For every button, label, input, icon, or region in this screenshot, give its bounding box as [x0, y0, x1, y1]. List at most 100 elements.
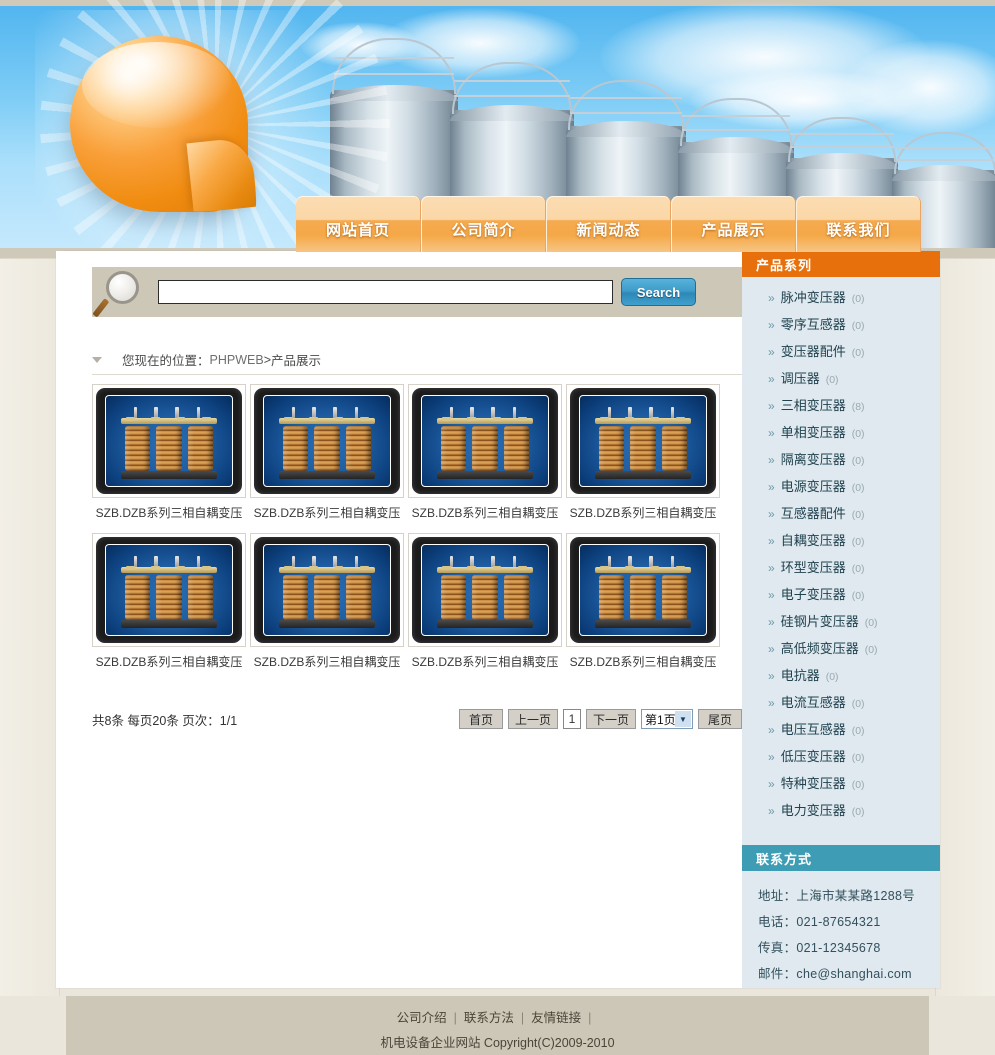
product-thumbnail[interactable] [566, 384, 720, 498]
sidebar-item-label: 电力变压器 [780, 803, 846, 818]
footer-link-contact[interactable]: 联系方法 [464, 1011, 514, 1025]
sidebar-item-toroidal-transformer[interactable]: » 环型变压器 (0) [742, 557, 940, 584]
product-caption[interactable]: SZB.DZB系列三相自耦变压 [566, 653, 720, 670]
sidebar-item-label: 零序互感器 [780, 317, 846, 332]
product-cell: SZB.DZB系列三相自耦变压 [92, 384, 250, 521]
sidebar-item-power-transformer[interactable]: » 电力变压器 (0) [742, 800, 940, 827]
main-navigation: 网站首页 公司简介 新闻动态 产品展示 联系我们 [296, 196, 921, 252]
sidebar-item-low-voltage-transformer[interactable]: » 低压变压器 (0) [742, 746, 940, 773]
contact-fax: 传真：021-12345678 [758, 941, 881, 955]
sidebar-item-voltage-regulator[interactable]: » 调压器 (0) [742, 368, 940, 395]
product-thumbnail[interactable] [250, 533, 404, 647]
chevron-right-icon: » [768, 534, 775, 548]
product-thumbnail[interactable] [408, 533, 562, 647]
sidebar-item-autotransformer[interactable]: » 自耦变压器 (0) [742, 530, 940, 557]
product-thumbnail[interactable] [566, 533, 720, 647]
sidebar-item-instrument-transformer-parts[interactable]: » 互感器配件 (0) [742, 503, 940, 530]
product-thumbnail[interactable] [92, 384, 246, 498]
chevron-right-icon: » [768, 804, 775, 818]
product-caption[interactable]: SZB.DZB系列三相自耦变压 [408, 653, 562, 670]
product-caption[interactable]: SZB.DZB系列三相自耦变压 [92, 653, 246, 670]
sidebar-item-count: (0) [851, 509, 865, 521]
chevron-right-icon: » [768, 723, 775, 737]
breadcrumb-root-link[interactable]: PHPWEB [210, 353, 264, 367]
chevron-right-icon: » [768, 777, 775, 791]
nav-label: 新闻动态 [576, 222, 641, 239]
product-caption[interactable]: SZB.DZB系列三相自耦变压 [250, 653, 404, 670]
sidebar-item-electronic-transformer[interactable]: » 电子变压器 (0) [742, 584, 940, 611]
footer: 公司介绍 | 联系方法 | 友情链接 | 机电设备企业网站 Copyright(C)200… [66, 996, 929, 1055]
pagination-first-button[interactable]: 首页 [458, 709, 503, 729]
sidebar-item-label: 隔离变压器 [780, 452, 846, 467]
sidebar-item-label: 调压器 [780, 371, 820, 386]
page-root: 网站首页 公司简介 新闻动态 产品展示 联系我们 Search 您现在的位置： … [0, 0, 995, 1055]
chevron-right-icon: » [768, 426, 775, 440]
pagination-next-button[interactable]: 下一页 [585, 709, 636, 729]
sidebar: 产品系列 » 脉冲变压器 (0) » 零序互感器 (0) » 变压器配件 (0) » 调压器 (… [742, 251, 940, 988]
sidebar-item-silicon-steel-transformer[interactable]: » 硅钢片变压器 (0) [742, 611, 940, 638]
sidebar-item-high-low-frequency-transformer[interactable]: » 高低频变压器 (0) [742, 638, 940, 665]
search-input[interactable] [158, 280, 613, 304]
footer-separator: | [588, 1011, 592, 1025]
sidebar-item-zero-sequence-ct[interactable]: » 零序互感器 (0) [742, 314, 940, 341]
pagination-page-select[interactable]: 第1页 ▼ [641, 709, 693, 729]
silo-railing [894, 132, 995, 174]
pagination-prev-button[interactable]: 上一页 [507, 709, 558, 729]
footer-links: 公司介绍 | 联系方法 | 友情链接 | [66, 1007, 929, 1026]
nav-item-products[interactable]: 产品展示 [671, 196, 796, 252]
product-caption[interactable]: SZB.DZB系列三相自耦变压 [250, 504, 404, 521]
footer-link-friendly-links[interactable]: 友情链接 [531, 1011, 581, 1025]
nav-item-news[interactable]: 新闻动态 [546, 196, 671, 252]
nav-label: 产品展示 [701, 222, 766, 239]
chevron-right-icon: » [768, 453, 775, 467]
sidebar-item-single-phase-transformer[interactable]: » 单相变压器 (0) [742, 422, 940, 449]
product-grid: SZB.DZB系列三相自耦变压 SZB.DZB系列三相自耦变压 SZB.DZB系… [92, 384, 742, 682]
site-logo[interactable] [70, 36, 258, 214]
sidebar-item-count: (0) [864, 617, 878, 629]
product-caption[interactable]: SZB.DZB系列三相自耦变压 [408, 504, 562, 521]
product-cell: SZB.DZB系列三相自耦变压 [566, 533, 724, 670]
sidebar-products-header: 产品系列 [742, 251, 940, 277]
chevron-right-icon: » [768, 372, 775, 386]
chevron-right-icon: » [768, 345, 775, 359]
search-button[interactable]: Search [621, 278, 696, 306]
sidebar-item-voltage-transformer[interactable]: » 电压互感器 (0) [742, 719, 940, 746]
sidebar-item-count: (0) [851, 779, 865, 791]
product-thumbnail[interactable] [250, 384, 404, 498]
sidebar-item-count: (0) [851, 293, 865, 305]
sidebar-item-current-transformer[interactable]: » 电流互感器 (0) [742, 692, 940, 719]
sidebar-item-label: 自耦变压器 [780, 533, 846, 548]
search-bar: Search [92, 267, 742, 318]
footer-link-about[interactable]: 公司介绍 [397, 1011, 447, 1025]
product-cell: SZB.DZB系列三相自耦变压 [408, 384, 566, 521]
sidebar-item-label: 特种变压器 [780, 776, 846, 791]
sidebar-item-label: 单相变压器 [780, 425, 846, 440]
pagination: 共8条 每页20条 页次：1/1 首页 上一页 1 下一页 第1页 ▼ 尾页 [92, 706, 742, 732]
sidebar-item-special-transformer[interactable]: » 特种变压器 (0) [742, 773, 940, 800]
product-thumbnail[interactable] [92, 533, 246, 647]
silo-railing [788, 117, 896, 162]
sidebar-item-label: 电源变压器 [780, 479, 846, 494]
product-cell: SZB.DZB系列三相自耦变压 [250, 533, 408, 670]
product-caption[interactable]: SZB.DZB系列三相自耦变压 [566, 504, 720, 521]
sidebar-item-count: (0) [851, 536, 865, 548]
sidebar-item-count: (0) [851, 320, 865, 332]
nav-item-about[interactable]: 公司简介 [421, 196, 546, 252]
sidebar-item-pulse-transformer[interactable]: » 脉冲变压器 (0) [742, 287, 940, 314]
sidebar-item-count: (8) [851, 401, 865, 413]
footer-separator: | [453, 1011, 457, 1025]
sidebar-item-isolation-transformer[interactable]: » 隔离变压器 (0) [742, 449, 940, 476]
nav-item-contact[interactable]: 联系我们 [796, 196, 921, 252]
pagination-last-button[interactable]: 尾页 [698, 709, 742, 729]
sidebar-item-count: (0) [851, 806, 865, 818]
chevron-right-icon: » [768, 615, 775, 629]
product-thumbnail[interactable] [408, 384, 562, 498]
sidebar-item-count: (0) [851, 698, 865, 710]
sidebar-item-power-supply-transformer[interactable]: » 电源变压器 (0) [742, 476, 940, 503]
nav-item-home[interactable]: 网站首页 [296, 196, 421, 252]
sidebar-item-three-phase-transformer[interactable]: » 三相变压器 (8) [742, 395, 940, 422]
sidebar-item-count: (0) [851, 428, 865, 440]
product-caption[interactable]: SZB.DZB系列三相自耦变压 [92, 504, 246, 521]
sidebar-item-transformer-parts[interactable]: » 变压器配件 (0) [742, 341, 940, 368]
sidebar-item-reactor[interactable]: » 电抗器 (0) [742, 665, 940, 692]
